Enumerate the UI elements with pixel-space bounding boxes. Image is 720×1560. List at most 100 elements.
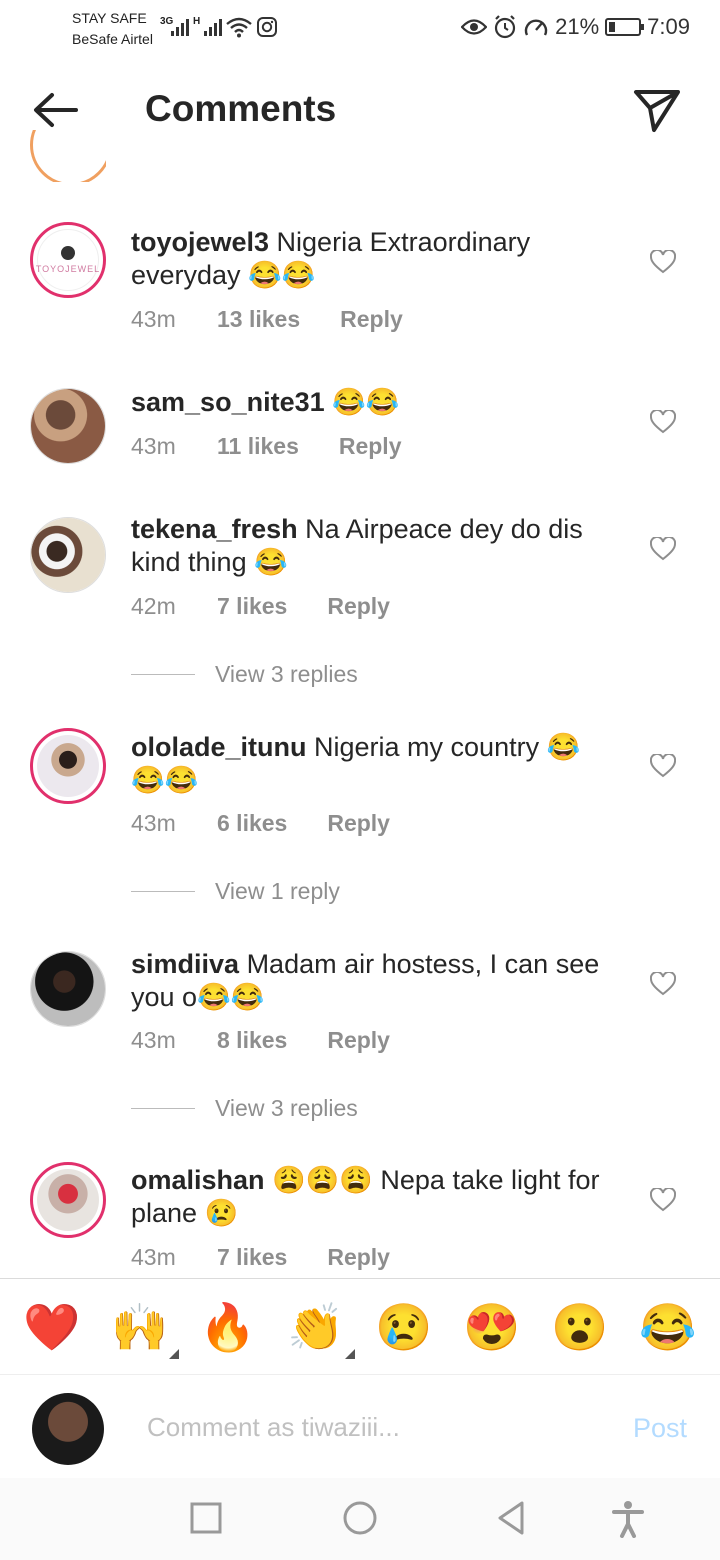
emoji-surprised-button[interactable]: 😮 [551,1301,608,1353]
reply-button[interactable]: Reply [340,306,403,333]
back-triangle-icon[interactable] [492,1498,532,1538]
avatar[interactable] [30,728,106,804]
signal-icon-1: 3G [160,16,189,36]
status-right: 21% 7:09 [461,12,690,42]
comments-header: Comments [0,58,720,158]
comment-username[interactable]: tekena_fresh [131,514,298,544]
emoji-clapping-glyph: 👏 [287,1300,345,1353]
home-circle-icon[interactable] [340,1498,380,1538]
comment-username[interactable]: ololade_itunu [131,732,307,762]
accessibility-icon[interactable] [608,1498,648,1538]
comment-body: 😂😂 [324,387,400,417]
view-replies-label[interactable]: View 3 replies [215,1095,358,1122]
back-arrow-icon[interactable] [28,86,84,134]
view-replies-label[interactable]: View 1 reply [215,878,340,905]
comment-likes[interactable]: 6 likes [217,810,287,837]
avatar[interactable]: TOYOJEWEL [30,222,106,298]
comment-text: tekena_fresh Na Airpeace dey do dis kind… [131,513,611,579]
clock: 7:09 [647,14,690,39]
emoji-heart-button[interactable]: ❤️ [23,1301,80,1353]
comment-username[interactable]: simdiiva [131,949,239,979]
comment-time: 43m [131,306,176,332]
emoji-laughing-button[interactable]: 😂 [639,1301,696,1353]
battery-level [609,22,616,32]
emoji-fire-button[interactable]: 🔥 [199,1301,256,1353]
divider [131,891,195,892]
comment-likes[interactable]: 11 likes [217,433,299,460]
reply-button[interactable]: Reply [327,593,390,620]
comment-text: sam_so_nite31 😂😂 [131,386,611,419]
battery-icon [605,18,645,36]
emoji-raising-hands-button[interactable]: 🙌 [111,1300,179,1359]
comment-likes[interactable]: 13 likes [217,306,300,333]
carrier-line-1: STAY SAFE [72,10,147,26]
like-heart-icon[interactable] [650,537,676,561]
comment-text: ololade_itunu Nigeria my country 😂😂😂 [131,731,611,797]
like-heart-icon[interactable] [650,754,676,778]
network-indicators: 3G H [160,14,278,40]
comment-likes[interactable]: 7 likes [217,1244,287,1271]
comment-meta: 43m 8 likes Reply [131,1027,390,1054]
comment-meta: 43m 7 likes Reply [131,1244,390,1271]
like-heart-icon[interactable] [650,1188,676,1212]
like-heart-icon[interactable] [650,250,676,274]
system-nav-bar [0,1478,720,1560]
like-heart-icon[interactable] [650,972,676,996]
comment-username[interactable]: omalishan [131,1165,265,1195]
emoji-heart-eyes-button[interactable]: 😍 [463,1301,520,1353]
comment-username[interactable]: toyojewel3 [131,227,269,257]
emoji-raising-hands-glyph: 🙌 [111,1300,169,1353]
avatar[interactable] [30,388,106,464]
comment-time: 43m [131,1244,176,1270]
wifi-icon [226,17,252,38]
network-type-1: 3G [160,16,174,27]
page-title: Comments [145,88,337,129]
avatar-logo-text: TOYOJEWEL [35,264,101,274]
direct-send-icon[interactable] [632,86,682,134]
view-replies-button[interactable]: View 3 replies [131,661,358,688]
my-avatar [32,1393,104,1465]
reply-button[interactable]: Reply [327,1027,390,1054]
recents-square-icon[interactable] [186,1498,226,1538]
comment-time: 43m [131,433,176,459]
reply-button[interactable]: Reply [327,1244,390,1271]
comment-text: omalishan 😩😩😩 Nepa take light for plane … [131,1164,611,1230]
comment-meta: 43m 13 likes Reply [131,306,403,333]
comment-time: 43m [131,1027,176,1053]
carrier-label: STAY SAFE BeSafe Airtel [72,8,153,50]
avatar[interactable] [30,951,106,1027]
comment-likes[interactable]: 7 likes [217,593,287,620]
status-bar: STAY SAFE BeSafe Airtel 3G H 21% 7:09 [0,0,720,56]
comment-meta: 43m 11 likes Reply [131,433,402,460]
carrier-line-2: BeSafe Airtel [72,31,153,47]
comment-time: 43m [131,810,176,836]
view-replies-label[interactable]: View 3 replies [215,661,358,688]
avatar[interactable] [30,130,106,182]
post-button[interactable]: Post [633,1413,687,1444]
comment-username[interactable]: sam_so_nite31 [131,387,325,417]
like-heart-icon[interactable] [650,410,676,434]
emoji-clapping-button[interactable]: 👏 [287,1300,355,1359]
view-replies-button[interactable]: View 1 reply [131,878,340,905]
signal-icon-2: H [193,16,222,36]
comment-text: simdiiva Madam air hostess, I can see yo… [131,948,611,1014]
comment-meta: 42m 7 likes Reply [131,593,390,620]
data-saver-icon [524,19,548,36]
emoji-crying-button[interactable]: 😢 [375,1301,432,1353]
divider [131,674,195,675]
instagram-notification-icon [257,17,277,37]
reply-button[interactable]: Reply [327,810,390,837]
avatar[interactable] [30,1162,106,1238]
view-replies-button[interactable]: View 3 replies [131,1095,358,1122]
avatar[interactable] [30,517,106,593]
comment-meta: 43m 6 likes Reply [131,810,390,837]
alarm-icon [495,15,516,39]
network-type-2: H [193,16,201,27]
emoji-quick-bar: ❤️ 🙌 🔥 👏 😢 😍 😮 😂 [0,1278,720,1374]
reply-button[interactable]: Reply [339,433,402,460]
comment-likes[interactable]: 8 likes [217,1027,287,1054]
battery-percent: 21% [555,14,600,39]
divider [131,1108,195,1109]
skin-tone-indicator-icon [168,1348,179,1359]
comment-input[interactable] [145,1407,605,1447]
